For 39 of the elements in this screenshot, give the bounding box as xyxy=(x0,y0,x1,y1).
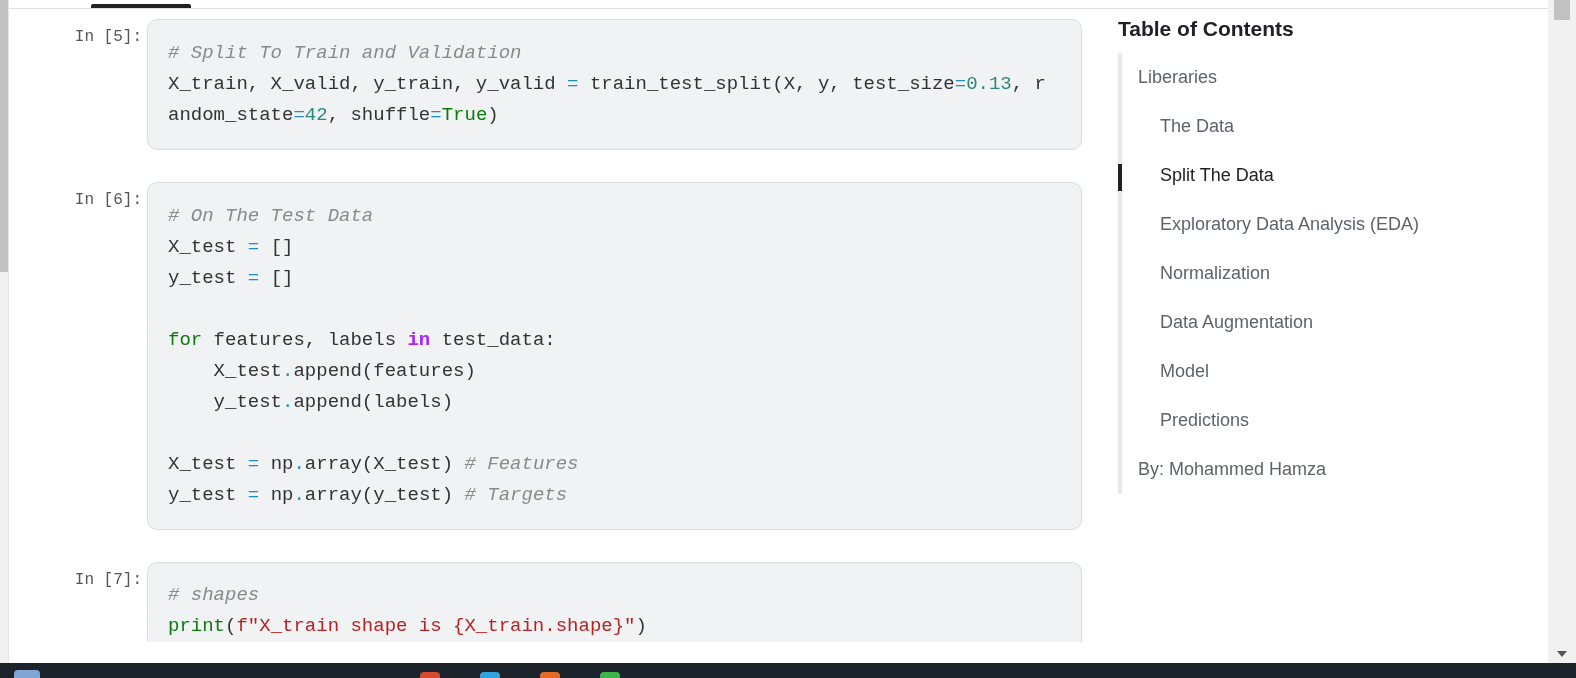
cell-prompt: In [5]: xyxy=(73,27,143,48)
taskbar-icon[interactable] xyxy=(14,670,40,678)
code-cell[interactable]: # shapes print(f"X_train shape is {X_train.shape}") xyxy=(147,562,1082,642)
toc-title: Table of Contents xyxy=(1118,16,1295,42)
scrollbar-thumb[interactable] xyxy=(1554,0,1570,20)
scrollbar[interactable] xyxy=(1548,0,1576,663)
toc-link[interactable]: The Data xyxy=(1160,112,1235,140)
code-line: X_train, X_valid, y_train, y_valid = train_test_split(X, y, test_size=0.13, r xyxy=(168,72,1047,97)
taskbar-icon[interactable] xyxy=(480,672,500,678)
code-line: for features, labels in test_data: xyxy=(168,328,557,353)
code-line: y_test = np.array(y_test) # Targets xyxy=(168,483,569,508)
toc-link[interactable]: Normalization xyxy=(1160,259,1271,287)
cell-prompt: In [7]: xyxy=(73,570,143,591)
taskbar-icon[interactable] xyxy=(600,672,620,678)
code-cell[interactable]: # Split To Train and Validation X_train, X_valid, y_train, y_valid = train_test_split(X, y, test_size=0.13, r andom_state=42, shuffle=True) xyxy=(147,19,1082,150)
code-line: # shapes xyxy=(168,583,261,608)
code-line: # On The Test Data xyxy=(168,204,375,229)
toc-link[interactable]: Split The Data xyxy=(1160,161,1274,189)
scroll-down-icon[interactable] xyxy=(1557,651,1567,657)
toc-link[interactable]: Exploratory Data Analysis (EDA) xyxy=(1160,210,1420,238)
toc-link[interactable]: Data Augmentation xyxy=(1160,308,1314,336)
scrollbar-thumb[interactable] xyxy=(0,0,8,272)
code-line: X_test.append(features) xyxy=(212,359,477,384)
toc-link[interactable]: Model xyxy=(1160,357,1210,385)
code-line: andom_state=42, shuffle=True) xyxy=(168,103,500,128)
code-cell[interactable]: # On The Test Data X_test = [] y_test = [] for features, labels in test_data: X_test.append(features) y_test.append(labels) X_test = np.array(X_test) # Features y_test = np.array(y_test) # Targets xyxy=(147,182,1082,530)
code-line: print(f"X_train shape is {X_train.shape}") xyxy=(168,614,648,639)
code-line: # Split To Train and Validation xyxy=(168,41,523,66)
code-line: y_test = [] xyxy=(168,266,295,291)
toc-link[interactable]: Liberaries xyxy=(1138,63,1218,91)
taskbar-icon[interactable] xyxy=(540,672,560,678)
code-line: y_test.append(labels) xyxy=(212,390,455,415)
code-line: X_test = [] xyxy=(168,235,295,260)
toc-link[interactable]: Predictions xyxy=(1160,406,1250,434)
taskbar-icon[interactable] xyxy=(420,672,440,678)
scrollbar[interactable] xyxy=(0,0,8,663)
code-line: X_test = np.array(X_test) # Features xyxy=(168,452,580,477)
toc-link[interactable]: By: Mohammed Hamza xyxy=(1138,455,1327,483)
cell-prompt: In [6]: xyxy=(73,190,143,211)
